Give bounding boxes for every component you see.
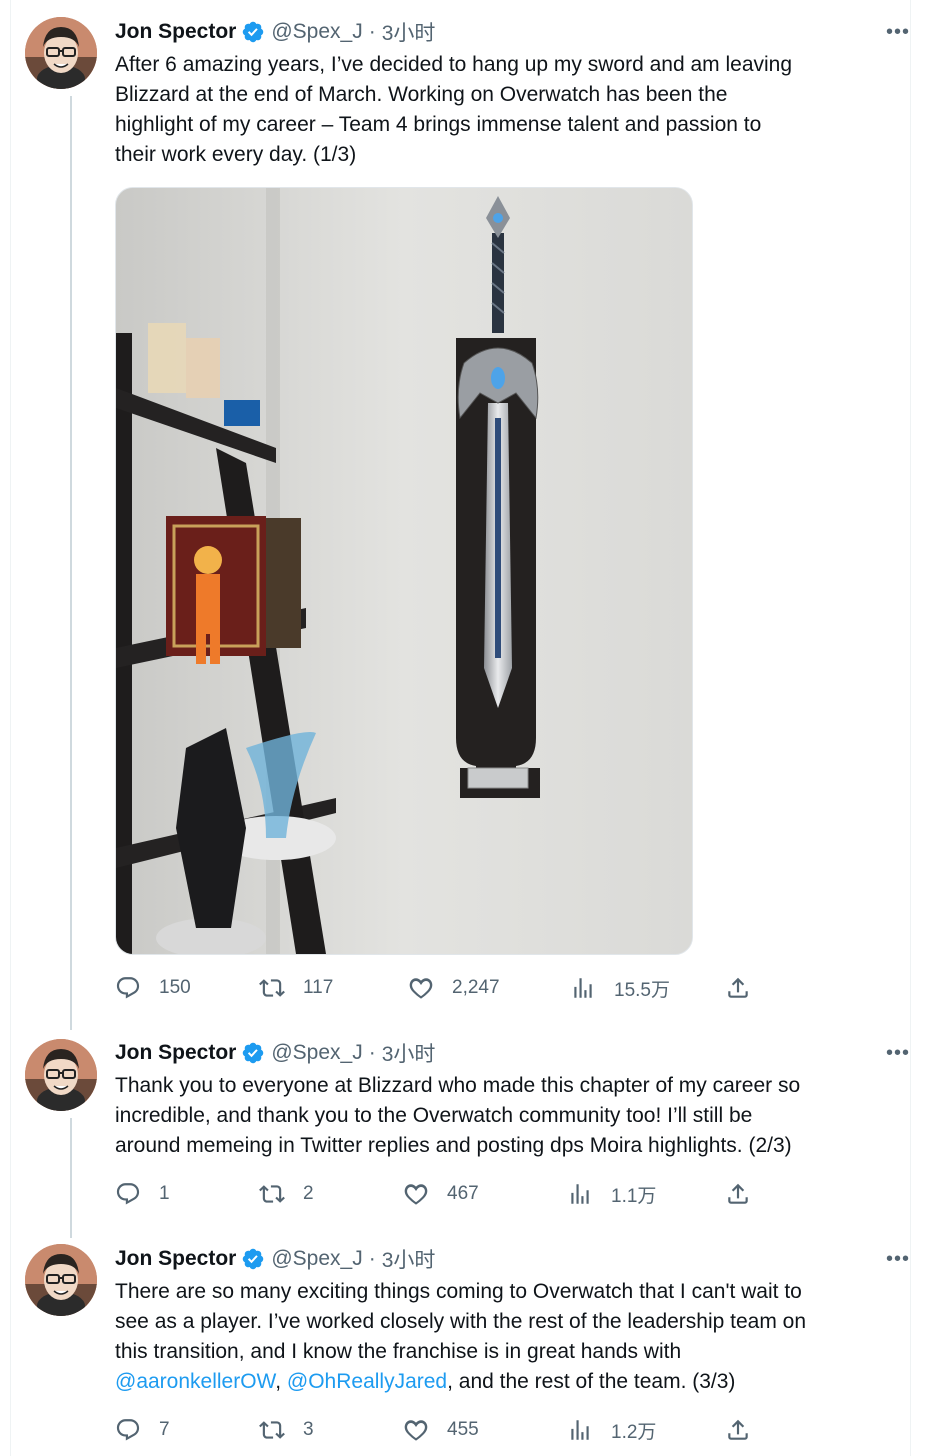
reply-button[interactable]: 1 xyxy=(115,1177,170,1211)
views-button[interactable]: 1.2万 xyxy=(567,1413,656,1447)
tweet-text-line: this transition, and I know the franchis… xyxy=(115,1340,682,1363)
dot-separator: · xyxy=(368,1041,376,1064)
timestamp[interactable]: 3小时 xyxy=(382,1244,436,1274)
sword-photo-image xyxy=(116,188,692,954)
reply-count: 1 xyxy=(159,1183,170,1204)
view-count: 1.2万 xyxy=(611,1421,657,1443)
like-count: 467 xyxy=(447,1183,479,1204)
tweet-photo[interactable] xyxy=(115,187,693,955)
views-icon xyxy=(571,1184,589,1204)
like-icon xyxy=(404,1420,428,1441)
like-button[interactable]: 467 xyxy=(403,1177,479,1211)
tweet-actions: 7 3 455 1.2万 xyxy=(115,1413,765,1447)
author-handle[interactable]: @Spex_J xyxy=(271,20,362,44)
views-icon xyxy=(574,978,592,998)
views-button[interactable]: 1.1万 xyxy=(567,1177,656,1211)
timestamp[interactable]: 3小时 xyxy=(382,17,436,47)
more-icon[interactable]: ••• xyxy=(884,20,912,44)
share-icon xyxy=(728,1183,748,1204)
thread-connector-line xyxy=(70,1118,72,1238)
retweet-icon xyxy=(259,1421,285,1439)
retweet-count: 3 xyxy=(303,1419,314,1440)
tweet-text: There are so many exciting things coming… xyxy=(115,1277,885,1397)
tweet-text: After 6 amazing years, I’ve decided to h… xyxy=(115,50,885,170)
avatar[interactable] xyxy=(25,1039,97,1111)
mention-link[interactable]: @OhReallyJared xyxy=(287,1370,447,1393)
tweet-text: Thank you to everyone at Blizzard who ma… xyxy=(115,1071,885,1161)
retweet-button[interactable]: 117 xyxy=(259,971,333,1005)
more-icon[interactable]: ••• xyxy=(884,1247,912,1271)
reply-count: 7 xyxy=(159,1419,170,1440)
more-icon[interactable]: ••• xyxy=(884,1041,912,1065)
retweet-count: 117 xyxy=(303,977,334,998)
retweet-icon xyxy=(259,1185,285,1203)
like-count: 2,247 xyxy=(452,977,500,998)
tweet-text-line: After 6 amazing years, I’ve decided to h… xyxy=(115,53,793,76)
tweet-text-line: @aaronkellerOW, @OhReallyJared, and the … xyxy=(115,1367,885,1397)
timeline-right-border xyxy=(910,0,911,1456)
view-count: 15.5万 xyxy=(614,979,670,1001)
dot-separator: · xyxy=(368,1247,376,1270)
tweet-text-line: Thank you to everyone at Blizzard who ma… xyxy=(115,1074,801,1097)
retweet-count: 2 xyxy=(303,1183,314,1204)
avatar[interactable] xyxy=(25,17,97,89)
like-icon xyxy=(404,1184,428,1205)
mention-link[interactable]: @aaronkellerOW xyxy=(115,1370,275,1393)
reply-button[interactable]: 150 xyxy=(115,971,191,1005)
tweet-text-tail: , and the rest of the team. (3/3) xyxy=(447,1370,736,1393)
mention-separator: , xyxy=(275,1370,287,1393)
views-button[interactable]: 15.5万 xyxy=(570,971,670,1005)
tweet-text-line: highlight of my career – Team 4 brings i… xyxy=(115,113,762,136)
timeline-left-border xyxy=(10,0,11,1456)
share-button[interactable] xyxy=(725,971,769,1005)
tweet-text-line: see as a player. I’ve worked closely wit… xyxy=(115,1310,807,1333)
reply-icon xyxy=(116,1419,140,1441)
reply-button[interactable]: 7 xyxy=(115,1413,170,1447)
avatar-image xyxy=(25,17,97,89)
retweet-button[interactable]: 3 xyxy=(259,1413,314,1447)
tweet-header: Jon Spector @Spex_J · 3小时 xyxy=(115,17,435,47)
author-handle[interactable]: @Spex_J xyxy=(271,1041,362,1065)
author-name[interactable]: Jon Spector xyxy=(115,1041,236,1065)
dot-separator: · xyxy=(368,20,376,43)
like-button[interactable]: 455 xyxy=(403,1413,479,1447)
share-button[interactable] xyxy=(725,1413,769,1447)
timestamp[interactable]: 3小时 xyxy=(382,1038,436,1068)
share-icon xyxy=(728,1419,748,1440)
reply-icon xyxy=(116,977,140,999)
verified-badge-icon xyxy=(243,1042,264,1064)
retweet-icon xyxy=(259,979,285,997)
views-icon xyxy=(571,1420,589,1440)
author-name[interactable]: Jon Spector xyxy=(115,20,236,44)
author-name[interactable]: Jon Spector xyxy=(115,1247,236,1271)
tweet-text-line: There are so many exciting things coming… xyxy=(115,1280,802,1303)
share-icon xyxy=(728,977,748,998)
like-count: 455 xyxy=(447,1419,479,1440)
avatar[interactable] xyxy=(25,1244,97,1316)
tweet-text-line: incredible, and thank you to the Overwat… xyxy=(115,1104,753,1127)
tweet-text-line: around memeing in Twitter replies and po… xyxy=(115,1134,792,1157)
tweet-header: Jon Spector @Spex_J · 3小时 xyxy=(115,1244,435,1274)
verified-badge-icon xyxy=(243,1248,264,1270)
thread-connector-line xyxy=(70,96,72,1030)
tweet-text-line: their work every day. (1/3) xyxy=(115,143,357,166)
verified-badge-icon xyxy=(243,21,264,43)
like-button[interactable]: 2,247 xyxy=(408,971,500,1005)
retweet-button[interactable]: 2 xyxy=(259,1177,314,1211)
tweet-text-line: Blizzard at the end of March. Working on… xyxy=(115,83,728,106)
avatar-image xyxy=(25,1039,97,1111)
reply-icon xyxy=(116,1183,140,1205)
share-button[interactable] xyxy=(725,1177,769,1211)
tweet-actions: 150 117 2,247 15.5万 xyxy=(115,971,765,1005)
like-icon xyxy=(409,978,433,999)
view-count: 1.1万 xyxy=(611,1185,657,1207)
avatar-image xyxy=(25,1244,97,1316)
author-handle[interactable]: @Spex_J xyxy=(271,1247,362,1271)
reply-count: 150 xyxy=(159,977,191,998)
tweet-actions: 1 2 467 1.1万 xyxy=(115,1177,765,1211)
tweet-header: Jon Spector @Spex_J · 3小时 xyxy=(115,1038,435,1068)
